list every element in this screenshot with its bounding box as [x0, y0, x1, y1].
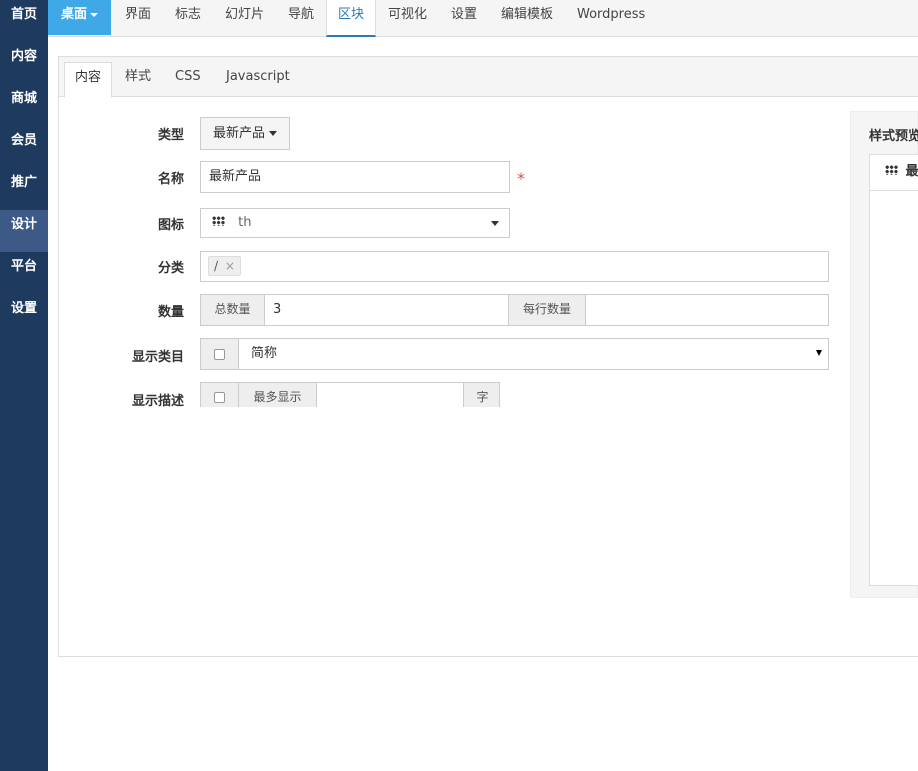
category-tag-text: / — [214, 259, 219, 273]
per-row-input[interactable] — [586, 295, 829, 325]
icon-label: 图标 — [157, 218, 184, 233]
show-category-select[interactable]: 简称 — [251, 339, 277, 369]
unit-addon: 字 — [463, 383, 499, 408]
tab-javascript[interactable]: Javascript — [226, 65, 290, 97]
name-input[interactable]: 最新产品 — [200, 161, 510, 193]
show-desc-checkbox-addon — [201, 383, 239, 408]
sidebar-item-settings[interactable]: 设置 — [0, 294, 48, 336]
show-desc-checkbox[interactable] — [214, 392, 225, 403]
show-category-group: 简称 — [200, 338, 829, 370]
block-edit-panel: 内容 样式 CSS Javascript 类型 最新产品 名称 最新产品 * 图… — [58, 56, 918, 657]
caret-down-icon — [491, 221, 499, 226]
preview-header-text: 最新 — [905, 164, 918, 179]
preview-box: 最新 — [869, 154, 918, 586]
show-desc-group: 最多显示 字 — [200, 382, 500, 408]
sidebar-item-promotion[interactable]: 推广 — [0, 168, 48, 210]
sidebar-item-design[interactable]: 设计 — [0, 210, 48, 252]
total-input[interactable]: 3 — [273, 295, 281, 325]
desktop-dropdown-button[interactable]: 桌面 — [48, 0, 111, 35]
tab-bar: 内容 样式 CSS Javascript — [59, 57, 918, 98]
max-show-input[interactable] — [317, 383, 463, 408]
caret-down-icon — [90, 12, 98, 17]
tab-css[interactable]: CSS — [175, 65, 201, 97]
tab-content[interactable]: 内容 — [64, 62, 113, 98]
nav-item-navigation[interactable]: 导航 — [288, 0, 314, 37]
sidebar-item-home[interactable]: 首页 — [0, 0, 48, 42]
category-tag: / × — [208, 256, 241, 276]
type-label: 类型 — [157, 128, 184, 143]
icon-select[interactable]: th — [200, 208, 510, 238]
tab-style[interactable]: 样式 — [125, 65, 151, 97]
desktop-label: 桌面 — [60, 7, 87, 22]
sidebar-item-mall[interactable]: 商城 — [0, 84, 48, 126]
nav-item-settings[interactable]: 设置 — [451, 0, 477, 37]
nav-item-slideshow[interactable]: 幻灯片 — [225, 0, 264, 37]
required-asterisk: * — [517, 169, 525, 188]
tag-remove-icon[interactable]: × — [225, 259, 235, 273]
show-category-label: 显示类目 — [131, 350, 184, 365]
preview-header: 最新 — [870, 155, 918, 191]
sidebar-item-member[interactable]: 会员 — [0, 126, 48, 168]
show-category-checkbox-addon — [201, 339, 239, 369]
sidebar-item-content[interactable]: 内容 — [0, 42, 48, 84]
nav-item-visual[interactable]: 可视化 — [388, 0, 427, 37]
per-row-addon: 每行数量 — [508, 295, 586, 325]
style-preview-panel: 样式预览 最新 — [850, 111, 918, 598]
max-show-addon: 最多显示 — [239, 383, 317, 408]
nav-item-logo[interactable]: 标志 — [175, 0, 201, 37]
content-overlay — [59, 407, 859, 557]
icon-value: th — [238, 215, 252, 230]
quantity-input-group: 总数量 3 每行数量 — [200, 294, 829, 326]
nav-item-edit-template[interactable]: 编辑模板 — [501, 0, 553, 37]
quantity-label: 数量 — [157, 305, 184, 320]
nav-item-wordpress[interactable]: Wordpress — [577, 0, 645, 37]
select-arrow-icon — [816, 350, 822, 356]
grid-icon — [885, 165, 898, 175]
type-dropdown[interactable]: 最新产品 — [200, 117, 290, 150]
category-label: 分类 — [157, 261, 184, 276]
name-label: 名称 — [157, 172, 184, 187]
total-addon: 总数量 — [201, 295, 265, 325]
nav-item-block[interactable]: 区块 — [326, 0, 377, 37]
sidebar-item-platform[interactable]: 平台 — [0, 252, 48, 294]
show-category-checkbox[interactable] — [214, 349, 225, 360]
sidebar: 首页 内容 商城 会员 推广 设计 平台 设置 — [0, 0, 48, 771]
type-value: 最新产品 — [213, 126, 266, 141]
top-nav: 桌面 界面 标志 幻灯片 导航 区块 可视化 设置 编辑模板 Wordpress — [48, 0, 918, 37]
nav-item-interface[interactable]: 界面 — [125, 0, 151, 37]
caret-down-icon — [269, 131, 278, 136]
category-tag-input[interactable]: / × — [200, 251, 829, 282]
grid-icon — [212, 216, 225, 226]
preview-title: 样式预览 — [869, 129, 918, 144]
